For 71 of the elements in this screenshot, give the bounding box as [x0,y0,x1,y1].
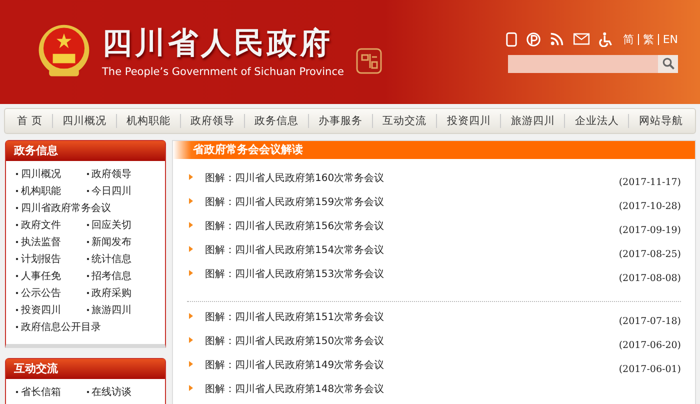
triangle-icon [189,270,193,276]
sidebar-link[interactable]: 政府采购 [86,286,157,300]
triangle-icon [189,313,193,319]
sidebar-link[interactable]: 公示公告 [16,286,86,300]
triangle-icon [189,246,193,252]
sidebar-link[interactable]: 投资四川 [16,303,86,317]
article-link[interactable]: 图解：四川省人民政府第148次常务会议 [205,382,384,396]
nav-link[interactable]: 政府领导 [190,114,235,128]
nav-link[interactable]: 投资四川 [446,114,491,128]
triangle-icon [189,174,193,180]
rss-icon[interactable] [550,32,564,46]
sidebar-link[interactable]: 招考信息 [86,269,157,283]
nav-link[interactable]: 机构职能 [126,114,170,128]
mail-icon[interactable] [572,33,590,45]
sidebar-link[interactable]: 人事任免 [16,269,86,283]
article-link[interactable]: 图解：四川省人民政府第159次常务会议 [205,195,384,209]
triangle-icon [189,198,193,204]
site-subtitle: The People’s Government of Sichuan Province [102,66,344,78]
language-link[interactable]: 简 [622,32,634,46]
article-link[interactable]: 图解：四川省人民政府第160次常务会议 [205,171,384,185]
article-link[interactable]: 图解：四川省人民政府第151次常务会议 [205,310,384,324]
sidebar-link[interactable]: 计划报告 [16,252,86,266]
date-text: (2017-07-18) [618,316,681,327]
article-link[interactable]: 图解：四川省人民政府第156次常务会议 [205,219,384,233]
panel-title: 省政府常务会会议解读 [173,141,695,159]
sidebar-link[interactable]: 机构职能 [16,184,86,198]
date-text: (2017-11-17) [618,177,681,188]
sidebar-link[interactable]: 政府领导 [86,167,157,181]
article-link[interactable]: 图解：四川省人民政府第153次常务会议 [205,267,384,281]
wheelchair-icon[interactable] [598,32,614,46]
sidebar-link[interactable]: 回应关切 [86,218,157,232]
article-link[interactable]: 图解：四川省人民政府第150次常务会议 [205,334,384,348]
date-text: (2017-10-28) [618,201,681,212]
seal-icon [356,48,382,74]
date-text: (2017-08-25) [618,249,681,260]
nav-link[interactable]: 互动交流 [382,114,427,128]
article-link[interactable]: 图解：四川省人民政府第149次常务会议 [205,358,384,372]
sidebar-link[interactable]: 统计信息 [86,252,157,266]
panel-title: 政务信息 [6,141,165,161]
date-text: (2017-08-08) [618,273,681,284]
nav-link[interactable]: 企业法人 [574,114,619,128]
triangle-icon [189,385,193,391]
triangle-icon [189,361,193,367]
mobile-phone-icon[interactable] [506,32,517,46]
date-text: (2017-06-01) [618,364,681,375]
triangle-icon [189,337,193,343]
date-text: (2017-06-20) [618,340,681,351]
sidebar-link[interactable]: 新闻发布 [86,235,157,249]
date-text: (2017-09-19) [618,225,681,236]
search-field[interactable] [508,54,678,72]
sidebar-link[interactable]: 四川省政府常务会议 [16,201,157,215]
article-link[interactable]: 图解：四川省人民政府第154次常务会议 [205,243,384,257]
sidebar-link[interactable]: 今日四川 [86,184,157,198]
nav-link[interactable]: 首 页 [17,114,42,128]
sidebar-link[interactable]: 省长信箱 [16,385,86,399]
triangle-icon [189,222,193,228]
nav-link[interactable]: 旅游四川 [510,114,555,128]
site-title: 四川省人民政府 [102,26,334,62]
nav-link[interactable]: 政务信息 [254,114,299,128]
p-circle-icon[interactable] [526,32,541,46]
sidebar-link[interactable]: 政府信息公开目录 [16,320,157,334]
sidebar-link[interactable]: 在线访谈 [86,385,157,399]
panel-title: 互动交流 [6,359,165,379]
sidebar-link[interactable]: 政府文件 [16,218,86,232]
sidebar-link[interactable]: 旅游四川 [86,303,157,317]
nav-link[interactable]: 四川概况 [62,114,106,128]
nav-link[interactable]: 网站导航 [638,114,683,128]
sidebar-link[interactable]: 执法监督 [16,235,86,249]
search-button[interactable] [658,54,678,72]
nav-link[interactable]: 办事服务 [318,114,363,128]
sidebar-link[interactable]: 四川概况 [16,167,86,181]
